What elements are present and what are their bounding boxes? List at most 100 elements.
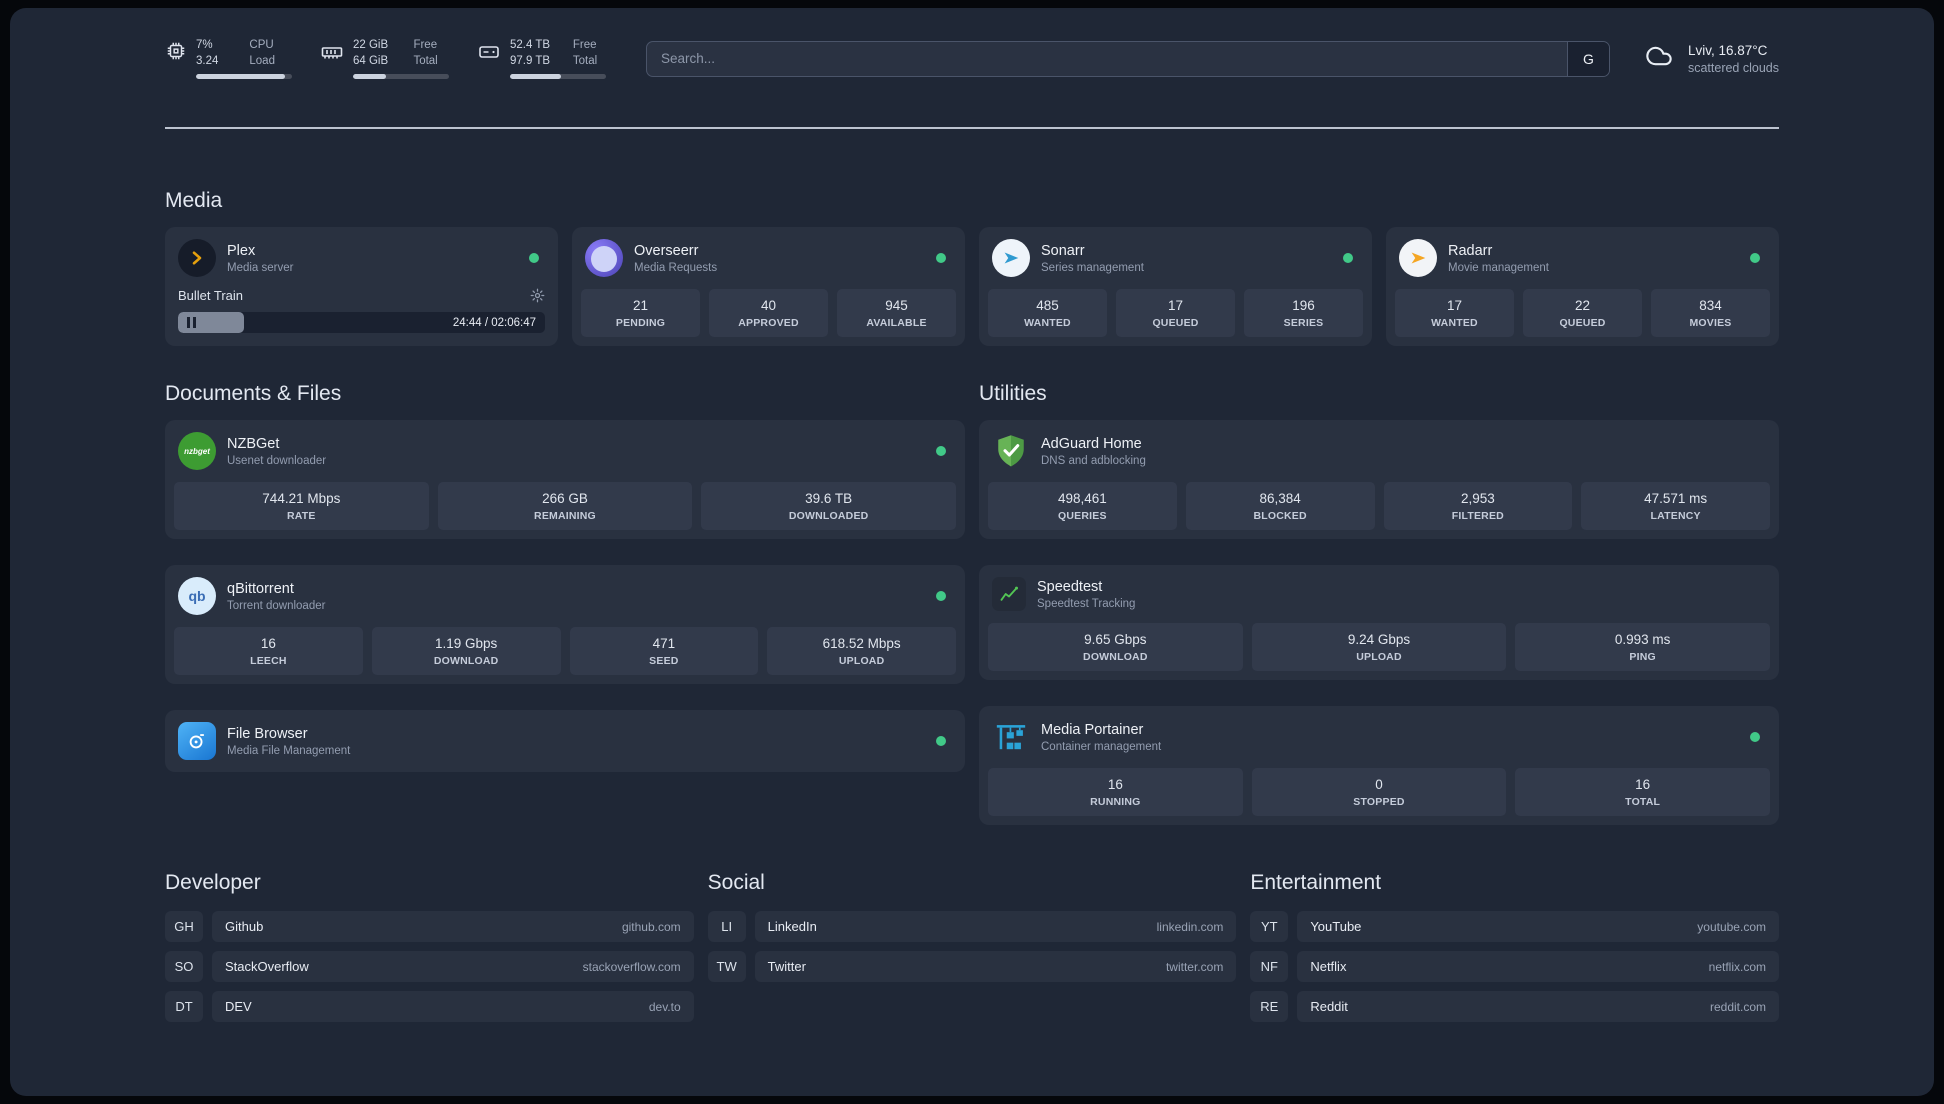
stat-value: 498,461 bbox=[1057, 491, 1107, 506]
stat-label: RUNNING bbox=[1090, 796, 1141, 808]
service-card-qbittorrent[interactable]: qb qBittorrent Torrent downloader 16 LEE… bbox=[165, 565, 965, 684]
bookmark-twitter[interactable]: TW Twitter twitter.com bbox=[707, 951, 1237, 982]
stat-label: PING bbox=[1629, 651, 1656, 663]
ram-progress-bar bbox=[353, 74, 449, 79]
cpu-progress-bar bbox=[196, 74, 292, 79]
stat-value: 22 bbox=[1574, 298, 1591, 313]
ram-free-value: 22 GiB bbox=[353, 39, 389, 51]
stat-value: 9.24 Gbps bbox=[1347, 632, 1411, 647]
stat-series: 196 SERIES bbox=[1244, 289, 1363, 337]
filebrowser-icon bbox=[178, 722, 216, 760]
stat-download: 9.65 Gbps DOWNLOAD bbox=[988, 623, 1243, 671]
disk-total-value: 97.9 TB bbox=[510, 55, 551, 67]
weather-widget: Lviv, 16.87°C scattered clouds bbox=[1642, 42, 1779, 75]
app-name: Speedtest bbox=[1037, 578, 1103, 595]
stat-label: DOWNLOAD bbox=[1083, 651, 1148, 663]
stat-value: 16 bbox=[1635, 777, 1651, 792]
bookmark-name: YouTube bbox=[1310, 919, 1362, 934]
app-desc: Torrent downloader bbox=[227, 599, 326, 612]
app-desc: Series management bbox=[1041, 261, 1144, 274]
stat-value: 47.571 ms bbox=[1644, 491, 1708, 506]
bookmark-reddit[interactable]: RE Reddit reddit.com bbox=[1250, 991, 1779, 1022]
portainer-icon bbox=[992, 718, 1030, 756]
service-card-portainer[interactable]: Media Portainer Container management 16 … bbox=[979, 706, 1779, 825]
app-desc: Container management bbox=[1041, 740, 1162, 753]
bookmark-name: StackOverflow bbox=[225, 959, 309, 974]
nzbget-icon: nzbget bbox=[178, 432, 216, 470]
now-playing-title: Bullet Train bbox=[178, 288, 244, 303]
app-desc: Speedtest Tracking bbox=[1037, 597, 1136, 610]
sonarr-icon bbox=[992, 239, 1030, 277]
stat-value: 17 bbox=[1167, 298, 1184, 313]
service-card-speedtest[interactable]: Speedtest Speedtest Tracking 9.65 Gbps D… bbox=[979, 565, 1779, 680]
app-name: Overseerr bbox=[634, 242, 699, 259]
topbar-divider bbox=[165, 127, 1779, 129]
stat-wanted: 17 WANTED bbox=[1395, 289, 1514, 337]
gear-icon[interactable] bbox=[530, 288, 545, 303]
service-card-filebrowser[interactable]: File Browser Media File Management bbox=[165, 710, 965, 772]
cpu-percent-label: CPU bbox=[249, 39, 274, 51]
bookmark-youtube[interactable]: YT YouTube youtube.com bbox=[1250, 911, 1779, 942]
service-card-overseerr[interactable]: Overseerr Media Requests 21 PENDING 40 A… bbox=[572, 227, 965, 346]
stat-upload: 618.52 Mbps UPLOAD bbox=[767, 627, 956, 675]
service-card-radarr[interactable]: Radarr Movie management 17 WANTED 22 QUE… bbox=[1386, 227, 1779, 346]
status-dot bbox=[1343, 253, 1353, 263]
service-card-adguard[interactable]: AdGuard Home DNS and adblocking 498,461 … bbox=[979, 420, 1779, 539]
app-name: qBittorrent bbox=[227, 580, 294, 597]
status-dot bbox=[936, 736, 946, 746]
bookmark-name: DEV bbox=[225, 999, 252, 1014]
bookmark-stackoverflow[interactable]: SO StackOverflow stackoverflow.com bbox=[165, 951, 694, 982]
stat-label: LATENCY bbox=[1650, 510, 1701, 522]
stat-value: 744.21 Mbps bbox=[262, 491, 341, 506]
bookmark-url: netflix.com bbox=[1708, 959, 1766, 974]
stat-stopped: 0 STOPPED bbox=[1251, 768, 1507, 816]
bookmark-abbr: LI bbox=[707, 911, 746, 942]
app-name: Plex bbox=[227, 242, 256, 259]
bookmark-linkedin[interactable]: LI LinkedIn linkedin.com bbox=[707, 911, 1237, 942]
service-card-sonarr[interactable]: Sonarr Series management 485 WANTED 17 Q… bbox=[979, 227, 1372, 346]
search-input[interactable] bbox=[647, 41, 1567, 76]
playback-time: 24:44 / 02:06:47 bbox=[452, 316, 536, 329]
stat-value: 266 GB bbox=[542, 491, 588, 506]
stat-filtered: 2,953 FILTERED bbox=[1383, 482, 1573, 530]
playback-progress-bar[interactable]: 24:44 / 02:06:47 bbox=[178, 312, 545, 333]
stat-available: 945 AVAILABLE bbox=[837, 289, 956, 337]
section-title-documents: Documents & Files bbox=[165, 382, 342, 405]
status-dot bbox=[1750, 253, 1760, 263]
disk-free-value: 52.4 TB bbox=[510, 39, 551, 51]
search-provider-button[interactable]: G bbox=[1566, 41, 1609, 76]
stat-value: 40 bbox=[760, 298, 777, 313]
stat-value: 618.52 Mbps bbox=[822, 636, 901, 651]
stat-leech: 16 LEECH bbox=[174, 627, 363, 675]
service-card-nzbget[interactable]: nzbget NZBGet Usenet downloader 744.21 M… bbox=[165, 420, 965, 539]
bookmark-name: Reddit bbox=[1310, 999, 1348, 1014]
stat-value: 21 bbox=[632, 298, 649, 313]
app-name: File Browser bbox=[227, 725, 308, 742]
service-card-plex[interactable]: Plex Media server Bullet Train 24:44 / 0… bbox=[165, 227, 558, 346]
bookmark-dev[interactable]: DT DEV dev.to bbox=[165, 991, 694, 1022]
weather-location: Lviv, 16.87°C bbox=[1687, 42, 1768, 58]
stat-wanted: 485 WANTED bbox=[988, 289, 1107, 337]
stat-label: LEECH bbox=[250, 655, 287, 667]
stat-remaining: 266 GB REMAINING bbox=[437, 482, 693, 530]
pause-icon[interactable] bbox=[187, 317, 196, 328]
stat-value: 0 bbox=[1375, 777, 1383, 792]
qbittorrent-icon: qb bbox=[178, 577, 216, 615]
stat-label: APPROVED bbox=[738, 317, 799, 329]
app-name: NZBGet bbox=[227, 435, 280, 452]
stat-label: QUEUED bbox=[1559, 317, 1606, 329]
cloud-icon bbox=[1642, 42, 1676, 75]
bookmark-netflix[interactable]: NF Netflix netflix.com bbox=[1250, 951, 1779, 982]
bookmark-name: Github bbox=[225, 919, 264, 934]
bookmark-abbr: YT bbox=[1250, 911, 1289, 942]
bookmark-github[interactable]: GH Github github.com bbox=[165, 911, 694, 942]
bookmark-abbr: NF bbox=[1250, 951, 1289, 982]
bookmark-name: Twitter bbox=[767, 959, 806, 974]
bookmark-url: stackoverflow.com bbox=[582, 959, 681, 974]
stat-label: QUEUED bbox=[1152, 317, 1199, 329]
status-dot bbox=[1750, 732, 1760, 742]
adguard-icon bbox=[992, 432, 1030, 470]
stat-downloaded: 39.6 TB DOWNLOADED bbox=[701, 482, 956, 530]
memory-resource-widget: 22 GiB Free 64 GiB Total bbox=[320, 38, 449, 79]
section-title-developer: Developer bbox=[165, 871, 261, 894]
